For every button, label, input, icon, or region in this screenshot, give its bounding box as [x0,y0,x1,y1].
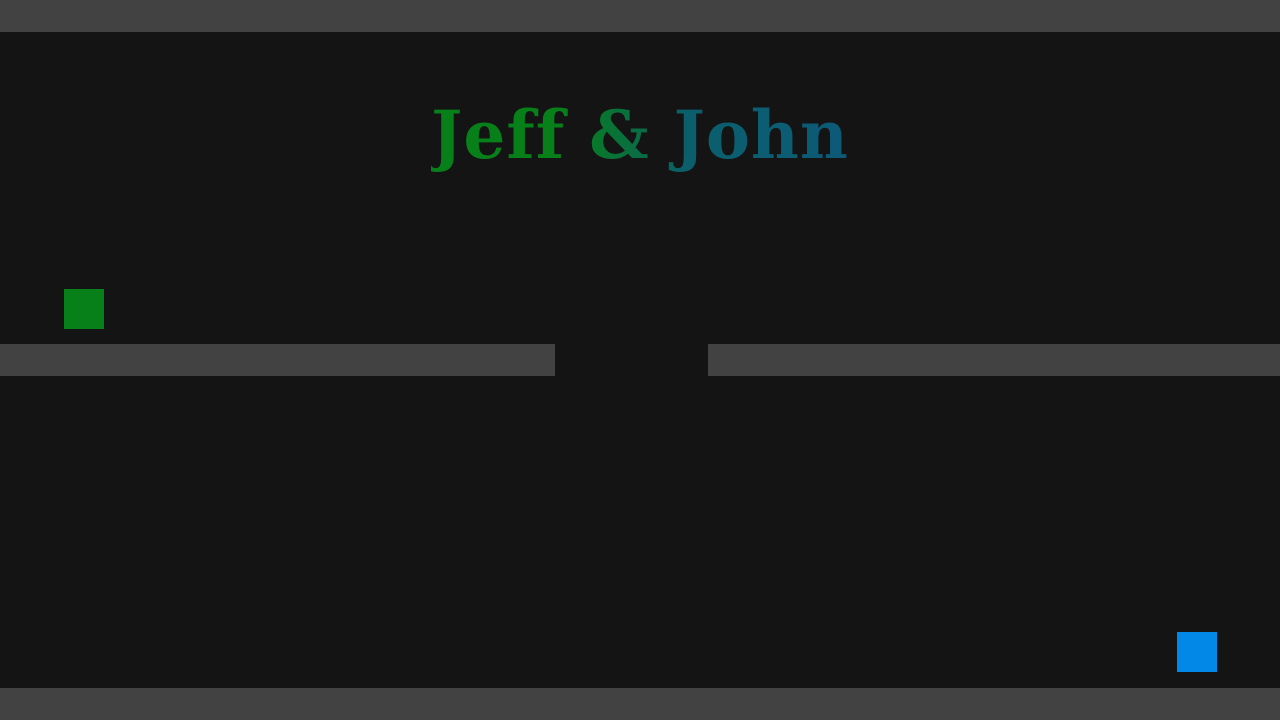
player-jeff [64,289,104,329]
title-john: John [649,96,849,174]
platform-right [708,344,1280,376]
floor-wall [0,688,1280,720]
ceiling-wall [0,0,1280,32]
title-jeff-and: Jeff & [431,96,650,174]
platform-left [0,344,555,376]
game-title: Jeff & John [0,92,1280,178]
game-stage: Jeff & John [0,0,1280,720]
player-john [1177,632,1217,672]
